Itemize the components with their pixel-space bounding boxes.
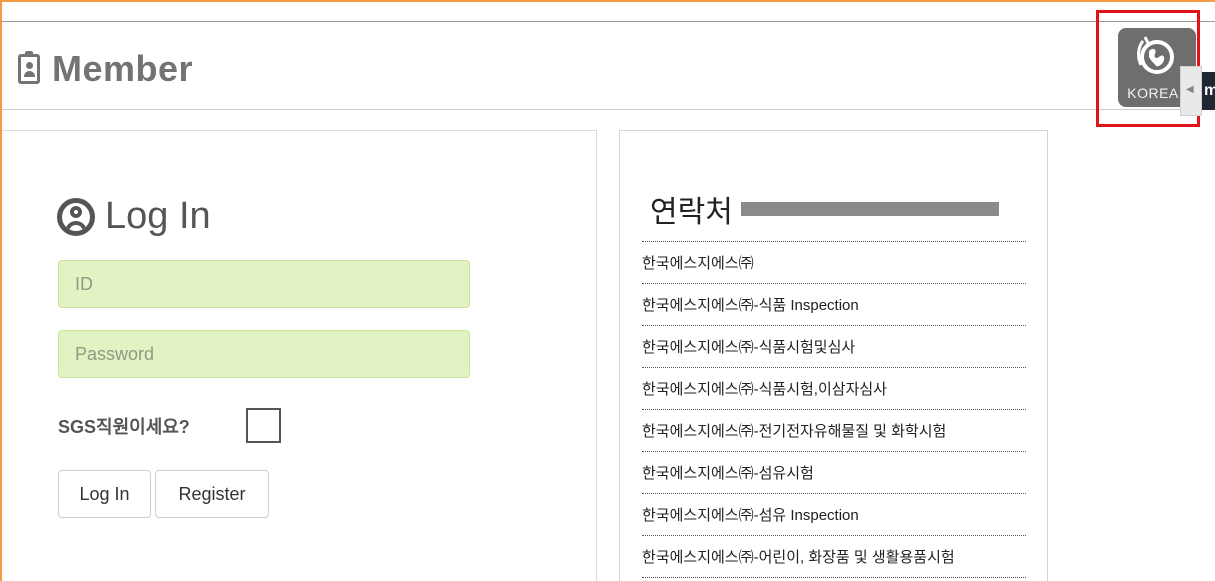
chevron-left-icon: ◀	[1186, 84, 1194, 95]
contact-title-text: 연락처	[650, 196, 733, 229]
user-circle-icon	[57, 197, 95, 236]
contact-list: 한국에스지에스㈜ 한국에스지에스㈜-식품 Inspection 한국에스지에스㈜…	[642, 241, 1026, 578]
page-header: Member	[2, 22, 1215, 110]
contact-item[interactable]: 한국에스지에스㈜-식품시험및심사	[642, 326, 1026, 368]
contact-title: 연락처	[650, 187, 999, 231]
side-menu-tab[interactable]: m	[1202, 72, 1215, 110]
region-panel-toggle[interactable]: ◀	[1180, 66, 1202, 116]
contact-title-bar	[740, 202, 999, 216]
contact-item[interactable]: 한국에스지에스㈜-식품 Inspection	[642, 284, 1026, 326]
contact-panel: 연락처 한국에스지에스㈜ 한국에스지에스㈜-식품 Inspection 한국에스…	[619, 130, 1048, 581]
login-button[interactable]: Log In	[58, 470, 151, 518]
member-card-icon	[18, 51, 40, 84]
staff-question-label: SGS직원이세요?	[58, 417, 190, 437]
region-label: KOREA	[1127, 85, 1179, 101]
page-title-text: Member	[52, 48, 194, 89]
login-title: Log In	[57, 195, 211, 238]
contact-item[interactable]: 한국에스지에스㈜	[642, 242, 1026, 284]
top-accent-border	[0, 0, 1215, 2]
page-title: Member	[18, 48, 193, 90]
globe-icon	[1137, 36, 1174, 74]
register-button[interactable]: Register	[155, 470, 269, 518]
login-panel: Log In SGS직원이세요? Log In Register	[2, 130, 597, 581]
contact-item[interactable]: 한국에스지에스㈜-섬유시험	[642, 452, 1026, 494]
contact-item[interactable]: 한국에스지에스㈜-어린이, 화장품 및 생활용품시험	[642, 536, 1026, 578]
contact-item[interactable]: 한국에스지에스㈜-전기전자유해물질 및 화학시험	[642, 410, 1026, 452]
contact-item[interactable]: 한국에스지에스㈜-섬유 Inspection	[642, 494, 1026, 536]
login-title-text: Log In	[105, 195, 211, 237]
staff-checkbox[interactable]	[246, 408, 281, 443]
id-input[interactable]	[58, 260, 470, 308]
contact-item[interactable]: 한국에스지에스㈜-식품시험,이삼자심사	[642, 368, 1026, 410]
password-input[interactable]	[58, 330, 470, 378]
